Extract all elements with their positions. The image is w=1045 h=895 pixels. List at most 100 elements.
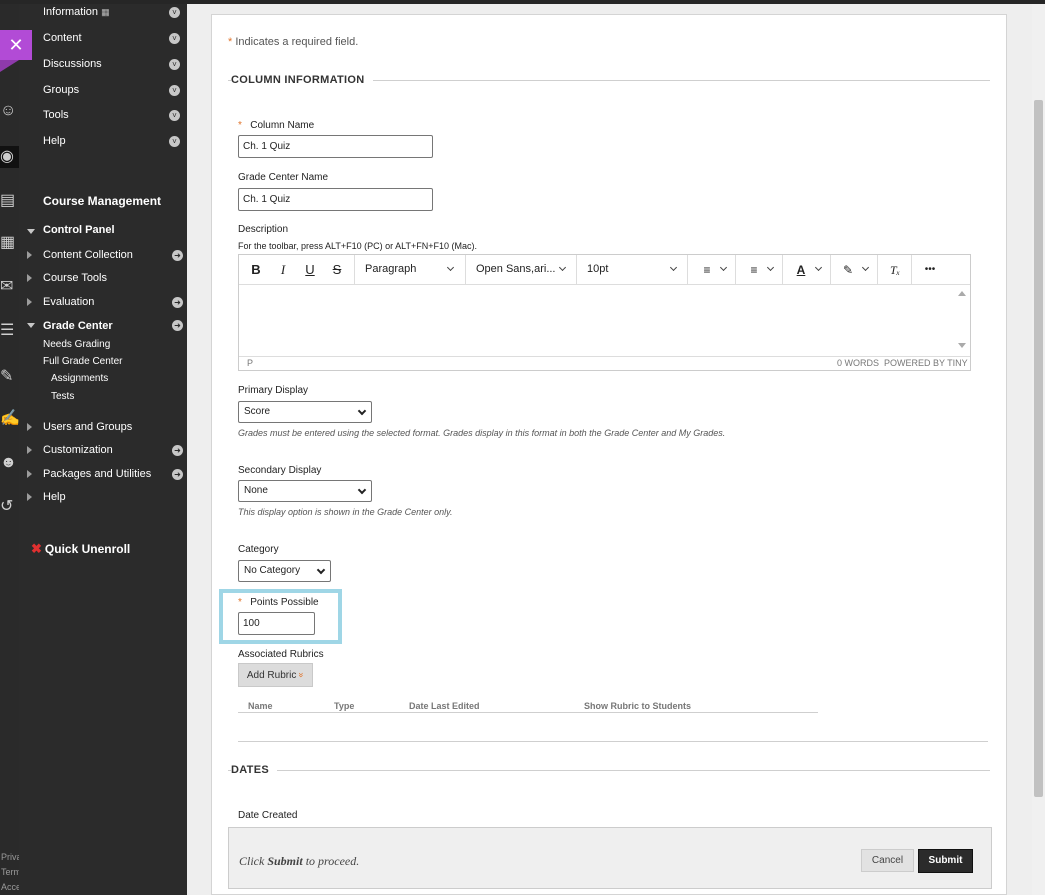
cp-item-content-collection[interactable]: Content Collection [43,249,133,261]
font-family-dropdown[interactable]: Open Sans,ari... [476,263,556,275]
sidebar-item-discussions[interactable]: Discussions [43,58,102,70]
scrollbar-thumb[interactable] [1034,100,1043,797]
highlight-color-icon[interactable]: ✎ [839,261,857,279]
grades-icon[interactable]: ☰ [0,320,19,342]
expand-triangle-icon[interactable] [27,493,32,501]
calendar-icon[interactable]: ▦ [0,232,19,254]
expand-triangle-icon[interactable] [27,274,32,282]
profile-icon[interactable]: ☻ [0,452,19,474]
user-icon[interactable]: ☺ [0,100,19,122]
bold-button[interactable]: B [247,261,265,279]
footer-link-privacy[interactable]: Priva [1,850,19,864]
form-panel: * Indicates a required field. COLUMN INF… [211,14,1007,895]
sidebar-item-groups[interactable]: Groups [43,84,79,96]
element-path[interactable]: P [247,358,253,368]
cp-item-users-and-groups[interactable]: Users and Groups [43,421,132,433]
cp-subitem-needs-grading[interactable]: Needs Grading [43,339,110,350]
chevron-down-icon[interactable]: ˅ [169,59,180,70]
powered-by-link[interactable]: POWERED BY TINY [884,358,968,368]
toolbar-separator [465,255,466,285]
grade-center-name-input[interactable] [238,188,433,211]
chevron-down-icon[interactable]: ˅ [169,85,180,96]
arrow-right-icon[interactable]: ➜ [172,469,183,480]
secondary-display-select[interactable]: None [238,480,372,502]
secondary-display-label: Secondary Display [238,465,322,476]
rubric-column-name[interactable]: Name [248,701,273,711]
quick-unenroll-link[interactable]: ✖ Quick Unenroll [31,541,130,557]
cp-item-course-tools[interactable]: Course Tools [43,272,107,284]
rubric-column-date-last-edited[interactable]: Date Last Edited [409,701,480,711]
arrow-right-icon[interactable]: ➜ [172,297,183,308]
sidebar-item-content[interactable]: Content [43,32,82,44]
close-tab-corner [0,60,19,72]
italic-button[interactable]: I [274,261,292,279]
footer-link-terms[interactable]: Term [1,865,19,879]
close-menu-button[interactable]: ✕ [0,30,32,60]
arrow-right-icon[interactable]: ➜ [172,445,183,456]
expand-triangle-icon[interactable] [27,298,32,306]
chevron-down-icon[interactable] [861,263,870,272]
clear-formatting-icon[interactable]: Tₓ [886,261,904,279]
chevron-down-icon[interactable]: ˅ [169,33,180,44]
block-format-dropdown[interactable]: Paragraph [365,263,416,275]
chevron-down-icon[interactable]: ˅ [169,110,180,121]
scroll-up-icon[interactable] [958,291,966,296]
cp-subitem-tests[interactable]: Tests [51,391,74,402]
collapse-triangle-icon[interactable] [27,229,35,234]
arrow-right-icon[interactable]: ➜ [172,250,183,261]
cp-item-grade-center[interactable]: Grade Center [43,320,113,332]
sidebar-item-help[interactable]: Help [43,135,66,147]
chevron-down-icon[interactable]: ˅ [169,7,180,18]
toolbar-separator [687,255,688,285]
expand-triangle-icon[interactable] [27,470,32,478]
control-panel-heading[interactable]: Control Panel [43,224,115,236]
sidebar-item-information[interactable]: Information ▦ [43,6,110,18]
chevron-down-icon[interactable] [814,263,823,272]
chevron-down-icon[interactable]: ˅ [169,136,180,147]
chevron-down-icon[interactable] [766,263,775,272]
cp-subitem-full-grade-center[interactable]: Full Grade Center [43,356,122,367]
section-title-dates: DATES [231,764,277,776]
sidebar-item-tools[interactable]: Tools [43,109,69,121]
globe-icon[interactable]: ◉ [0,146,19,168]
submit-button[interactable]: Submit [918,849,973,873]
arrow-right-icon[interactable]: ➜ [172,320,183,331]
cp-item-customization[interactable]: Customization [43,444,113,456]
font-size-dropdown[interactable]: 10pt [587,263,608,275]
column-name-input[interactable] [238,135,433,158]
points-possible-input[interactable] [238,612,315,635]
category-select[interactable]: No Category [238,560,331,582]
underline-button[interactable]: U [301,261,319,279]
bullet-list-icon[interactable]: ≡ [697,261,717,279]
primary-display-select[interactable]: Score [238,401,372,423]
editor-content-area[interactable] [239,286,970,356]
expand-triangle-icon[interactable] [27,446,32,454]
cancel-button[interactable]: Cancel [861,849,914,872]
text-color-icon[interactable]: A [792,261,810,279]
scroll-down-icon[interactable] [958,343,966,348]
rubric-table-rule [238,712,818,713]
collapse-triangle-icon[interactable] [27,323,35,328]
signout-icon[interactable]: ↺ [0,496,19,518]
edit-icon[interactable]: ✍ [0,408,19,430]
rubric-column-show-to-students[interactable]: Show Rubric to Students [584,701,691,711]
institution-icon[interactable]: ▤ [0,190,19,212]
tools-icon[interactable]: ✎ [0,366,19,388]
numbered-list-icon[interactable]: ≡ [744,261,764,279]
cp-item-packages-and-utilities[interactable]: Packages and Utilities [43,468,151,480]
rubric-column-type[interactable]: Type [334,701,354,711]
course-management-heading: Course Management [43,194,162,208]
mail-icon[interactable]: ✉ [0,276,19,298]
footer-link-accessibility[interactable]: Acce [1,880,19,894]
more-options-button[interactable]: ••• [919,261,941,279]
strikethrough-button[interactable]: S [328,261,346,279]
toolbar-separator [576,255,577,285]
page-scrollbar[interactable] [1032,4,1045,895]
add-rubric-button[interactable]: Add Rubric » [238,663,313,687]
expand-triangle-icon[interactable] [27,251,32,259]
cp-item-help[interactable]: Help [43,491,66,503]
cp-item-evaluation[interactable]: Evaluation [43,296,94,308]
cp-subitem-assignments[interactable]: Assignments [51,373,108,384]
chevron-down-icon[interactable] [719,263,728,272]
expand-triangle-icon[interactable] [27,423,32,431]
